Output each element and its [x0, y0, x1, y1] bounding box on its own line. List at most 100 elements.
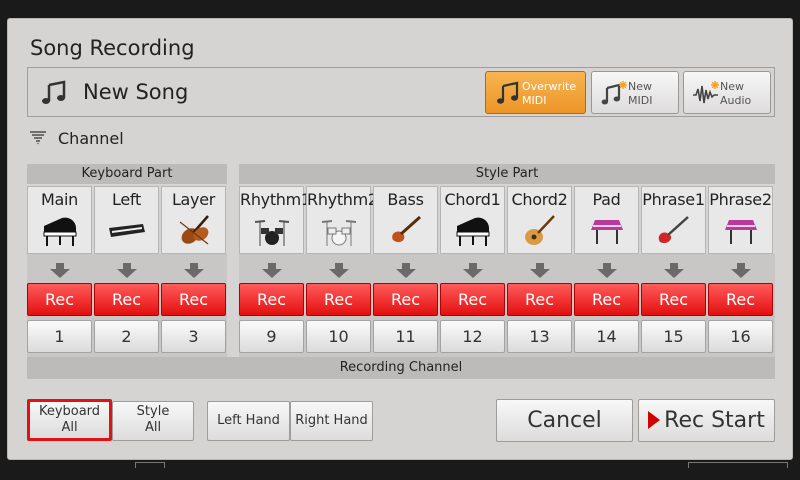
part-rhythm2[interactable]: Rhythm2 [306, 186, 378, 254]
new-audio-line2: Audio [720, 94, 752, 107]
part-phrase2[interactable]: Phrase2 [708, 186, 773, 254]
new-midi-line1: New [628, 80, 652, 93]
channel-button-bass[interactable]: 11 [373, 320, 438, 353]
rec-start-label: Rec Start [664, 408, 765, 433]
triangle-down-icon [30, 131, 46, 145]
part-name: Layer [171, 190, 216, 209]
rec-button-layer[interactable]: Rec [161, 283, 226, 316]
channel-button-main[interactable]: 1 [27, 320, 92, 353]
rec-button-rhythm2[interactable]: Rec [306, 283, 371, 316]
recording-channel-label: Recording Channel [27, 357, 775, 379]
part-name: Left [112, 190, 141, 209]
channel-button-chord1[interactable]: 12 [440, 320, 505, 353]
part-layer[interactable]: Layer [161, 186, 226, 254]
rec-button-chord1[interactable]: Rec [440, 283, 505, 316]
background-element [135, 462, 165, 468]
keyboard-part-header: Keyboard Part [27, 164, 227, 184]
overwrite-midi-line1: Overwrite [522, 80, 577, 93]
right-hand-button[interactable]: Right Hand [290, 401, 373, 441]
dialog-title: Song Recording [30, 36, 195, 60]
song-name: New Song [83, 80, 189, 104]
part-name: Phrase2 [709, 190, 772, 209]
arrow-down-icon [50, 263, 70, 278]
arrow-down-icon [262, 263, 282, 278]
song-name-bar[interactable]: New Song Overwrite MIDI New MIDI New Aud… [27, 67, 775, 117]
part-main[interactable]: Main [27, 186, 92, 254]
arrow-down-icon [184, 263, 204, 278]
part-name: Rhythm2 [307, 190, 378, 209]
background-element [688, 462, 788, 468]
part-name: Rhythm1 [240, 190, 311, 209]
rec-button-bass[interactable]: Rec [373, 283, 438, 316]
keyboard-all-button[interactable]: Keyboard All [27, 399, 112, 441]
rec-button-main[interactable]: Rec [27, 283, 92, 316]
arrow-down-icon [117, 263, 137, 278]
channel-button-layer[interactable]: 3 [161, 320, 226, 353]
grand-piano-icon [43, 217, 76, 246]
grand-piano-icon [456, 217, 489, 246]
arrow-down-icon [731, 263, 751, 278]
music-note-icon [497, 81, 519, 104]
part-left[interactable]: Left [94, 186, 159, 254]
music-note-sparkle-icon [601, 81, 627, 105]
music-note-icon [42, 80, 66, 104]
part-pad[interactable]: Pad [574, 186, 639, 254]
violin-icon [179, 215, 209, 245]
new-audio-line1: New [720, 80, 744, 93]
channel-button-rhythm1[interactable]: 9 [239, 320, 304, 353]
song-recording-dialog: Song Recording New Song Overwrite MIDI N… [7, 18, 793, 460]
part-bass[interactable]: Bass [373, 186, 438, 254]
drum-kit-icon [254, 220, 289, 246]
style-part-header: Style Part [239, 164, 775, 184]
waveform-sparkle-icon [693, 81, 719, 104]
rec-button-pad[interactable]: Rec [574, 283, 639, 316]
left-hand-button[interactable]: Left Hand [207, 401, 290, 441]
electric-guitar-icon [658, 216, 689, 244]
channel-button-phrase2[interactable]: 16 [708, 320, 773, 353]
part-name: Pad [592, 190, 621, 209]
drum-kit-light-icon [321, 220, 356, 246]
keyboard-all-line1: Keyboard [38, 404, 101, 419]
rec-button-phrase1[interactable]: Rec [641, 283, 706, 316]
channel-button-phrase1[interactable]: 15 [641, 320, 706, 353]
channel-label: Channel [58, 129, 124, 148]
new-midi-line2: MIDI [628, 94, 653, 107]
overwrite-midi-line2: MIDI [522, 94, 547, 107]
keyboard-all-line2: All [61, 420, 78, 435]
arrow-down-icon [396, 263, 416, 278]
overwrite-midi-button[interactable]: Overwrite MIDI [485, 71, 586, 114]
channel-button-chord2[interactable]: 13 [507, 320, 572, 353]
synth-keyboard-icon [724, 220, 757, 244]
style-all-line1: Style [136, 404, 170, 419]
part-phrase1[interactable]: Phrase1 [641, 186, 706, 254]
part-name: Chord1 [444, 190, 501, 209]
arrow-down-icon [664, 263, 684, 278]
channel-button-left[interactable]: 2 [94, 320, 159, 353]
part-chord1[interactable]: Chord1 [440, 186, 505, 254]
part-rhythm1[interactable]: Rhythm1 [239, 186, 311, 254]
new-audio-button[interactable]: New Audio [683, 71, 771, 114]
rec-button-left[interactable]: Rec [94, 283, 159, 316]
synth-keyboard-icon [590, 220, 623, 244]
arrow-down-icon [597, 263, 617, 278]
channel-button-rhythm2[interactable]: 10 [306, 320, 371, 353]
new-midi-button[interactable]: New MIDI [591, 71, 679, 114]
channel-toggle[interactable]: Channel [30, 129, 124, 148]
channel-button-pad[interactable]: 14 [574, 320, 639, 353]
style-all-button[interactable]: Style All [112, 401, 194, 441]
part-name: Chord2 [511, 190, 568, 209]
part-name: Main [41, 190, 78, 209]
part-chord2[interactable]: Chord2 [507, 186, 572, 254]
part-name: Bass [387, 190, 424, 209]
rec-start-button[interactable]: Rec Start [638, 399, 775, 442]
arrow-down-icon [463, 263, 483, 278]
acoustic-guitar-icon [524, 215, 555, 245]
rec-button-chord2[interactable]: Rec [507, 283, 572, 316]
rec-button-rhythm1[interactable]: Rec [239, 283, 304, 316]
style-all-line2: All [144, 420, 162, 435]
bass-guitar-icon [391, 215, 421, 243]
keyboard-icon [108, 224, 145, 237]
cancel-button[interactable]: Cancel [496, 399, 633, 442]
rec-button-phrase2[interactable]: Rec [708, 283, 773, 316]
part-name: Phrase1 [642, 190, 705, 209]
